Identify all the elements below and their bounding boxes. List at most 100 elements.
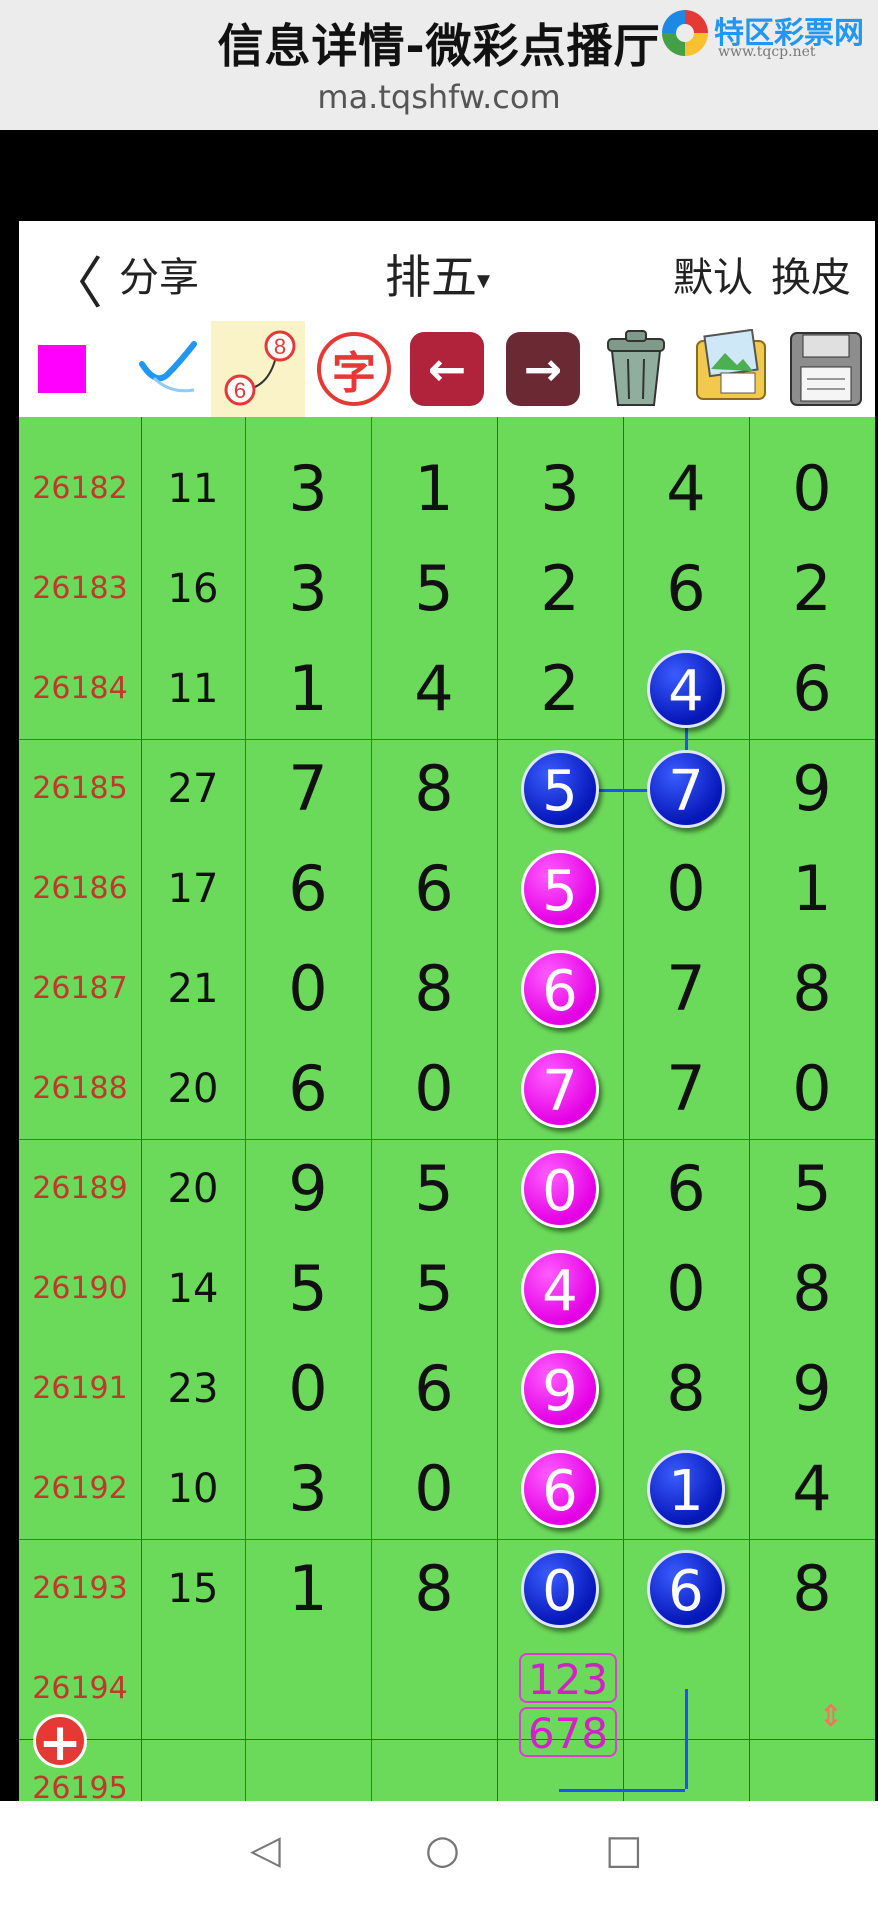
highlight-ball[interactable]: 4 [521, 1250, 599, 1328]
curve-icon: 8 6 [224, 330, 296, 406]
digit-cell[interactable]: 3 [245, 539, 371, 639]
digit-cell[interactable]: 0 [749, 439, 875, 539]
digit-cell[interactable]: 7 [623, 1039, 749, 1139]
digit-cell[interactable]: 5 [371, 1139, 497, 1239]
digit-cell[interactable]: 4 [371, 639, 497, 739]
digit-cell[interactable]: 6 [623, 1139, 749, 1239]
digit-cell[interactable]: 6 [245, 1039, 371, 1139]
text-mode-button[interactable]: 字 [309, 321, 399, 417]
brush-button[interactable] [129, 321, 209, 417]
digit-cell[interactable]: 3 [245, 1439, 371, 1539]
save-button[interactable] [781, 321, 871, 417]
digit-cell[interactable] [245, 1639, 371, 1739]
digit-cell[interactable] [623, 1639, 749, 1739]
digit-cell[interactable]: 5 [371, 1239, 497, 1339]
digit-cell[interactable]: 2 [749, 539, 875, 639]
digit-cell[interactable]: 7 [623, 939, 749, 1039]
highlight-ball[interactable]: 7 [521, 1050, 599, 1128]
table-row: 26194 [19, 1639, 875, 1739]
digit-cell[interactable]: 5 [749, 1139, 875, 1239]
digit-cell[interactable]: 0 [623, 839, 749, 939]
previous-button[interactable]: ← [403, 321, 491, 417]
add-button[interactable]: + [33, 1714, 87, 1769]
digit-cell[interactable]: 8 [749, 939, 875, 1039]
highlight-ball[interactable]: 5 [521, 850, 599, 928]
digit-cell[interactable] [371, 1739, 497, 1801]
nav-recent-icon[interactable]: □ [605, 1827, 643, 1873]
digit-cell[interactable]: 0 [245, 939, 371, 1039]
nav-back-icon[interactable]: ◁ [250, 1827, 281, 1873]
table-row: 26183 16 3 5 2 6 2 [19, 539, 875, 639]
digit-cell[interactable]: 1 [371, 439, 497, 539]
digit-cell[interactable]: 8 [623, 1339, 749, 1439]
share-button[interactable]: 分享 [119, 245, 199, 303]
digit-cell[interactable]: 5 [245, 1239, 371, 1339]
digit-cell[interactable]: 3 [245, 439, 371, 539]
digit-cell[interactable]: 0 [749, 1039, 875, 1139]
logo-subtext: www.tqcp.net [718, 44, 816, 60]
highlight-ball[interactable]: 5 [521, 750, 599, 828]
digit-cell[interactable]: 8 [749, 1539, 875, 1639]
highlight-ball[interactable]: 6 [521, 1450, 599, 1528]
digit-cell[interactable] [245, 1739, 371, 1801]
digit-sum: 10 [167, 1466, 219, 1512]
image-button[interactable] [685, 321, 777, 417]
digit-cell[interactable]: 6 [371, 1339, 497, 1439]
digit-cell[interactable]: 3 [497, 439, 623, 539]
digit-cell[interactable]: 6 [371, 839, 497, 939]
clear-button[interactable] [591, 321, 681, 417]
digit-cell[interactable]: 4 [749, 1439, 875, 1539]
digit-cell[interactable]: 1 [245, 639, 371, 739]
digit-cell[interactable]: 8 [749, 1239, 875, 1339]
curve-bottom-number: 6 [234, 378, 246, 403]
table-row: 26191 23 0 6 9 8 9 [19, 1339, 875, 1439]
digit-cell[interactable]: 0 [623, 1239, 749, 1339]
digit-cell[interactable]: 9 [245, 1139, 371, 1239]
digit-sum: 20 [167, 1066, 219, 1112]
issue-number: 26182 [32, 471, 128, 506]
digit-cell[interactable]: 8 [371, 1539, 497, 1639]
digit-cell[interactable] [623, 1739, 749, 1801]
highlight-ball[interactable]: 6 [647, 1550, 725, 1628]
table-row: 26182 11 3 1 3 4 0 [19, 439, 875, 539]
digit-cell[interactable]: 7 [245, 739, 371, 839]
digit-cell[interactable]: 1 [749, 839, 875, 939]
digit-cell[interactable]: 0 [371, 1039, 497, 1139]
browser-header: 信息详情-微彩点播厅 ma.tqshfw.com 特区彩票网 www.tqcp.… [0, 0, 878, 130]
digit-cell[interactable]: 8 [371, 939, 497, 1039]
digit-cell[interactable] [371, 1639, 497, 1739]
logo-swirl-icon [662, 10, 708, 56]
digit-cell[interactable]: 1 [245, 1539, 371, 1639]
game-selector[interactable]: 排五▾ [385, 241, 490, 307]
digit-cell[interactable]: 0 [371, 1439, 497, 1539]
digit-cell[interactable]: 9 [749, 739, 875, 839]
digit-cell[interactable]: 5 [371, 539, 497, 639]
url-text[interactable]: ma.tqshfw.com [0, 78, 878, 116]
change-skin-button[interactable]: 换皮 [771, 245, 851, 303]
scroll-toggle-icon[interactable]: ⇕ [809, 1702, 853, 1777]
digit-cell[interactable]: 0 [245, 1339, 371, 1439]
highlight-ball[interactable]: 6 [521, 950, 599, 1028]
back-chevron-icon[interactable]: 〈 [47, 239, 103, 320]
digit-cell[interactable]: 2 [497, 539, 623, 639]
issue-number: 26183 [32, 571, 128, 606]
next-button[interactable]: → [499, 321, 587, 417]
digit-cell[interactable]: 2 [497, 639, 623, 739]
nav-home-icon[interactable]: ○ [425, 1827, 460, 1873]
digit-cell[interactable]: 4 [623, 439, 749, 539]
issue-number: 26192 [32, 1471, 128, 1506]
default-button[interactable]: 默认 [673, 245, 753, 303]
digit-cell[interactable]: 8 [371, 739, 497, 839]
digit-cell[interactable]: 6 [623, 539, 749, 639]
highlight-ball[interactable]: 0 [521, 1150, 599, 1228]
highlight-ball[interactable]: 1 [647, 1450, 725, 1528]
color-square-button[interactable] [37, 321, 87, 417]
digit-cell[interactable]: 6 [749, 639, 875, 739]
highlight-ball[interactable]: 0 [521, 1550, 599, 1628]
digit-cell[interactable]: 9 [749, 1339, 875, 1439]
highlight-ball[interactable]: 4 [647, 650, 725, 728]
highlight-ball[interactable]: 7 [647, 750, 725, 828]
highlight-ball[interactable]: 9 [521, 1350, 599, 1428]
curve-button[interactable]: 8 6 [211, 321, 305, 417]
digit-cell[interactable]: 6 [245, 839, 371, 939]
